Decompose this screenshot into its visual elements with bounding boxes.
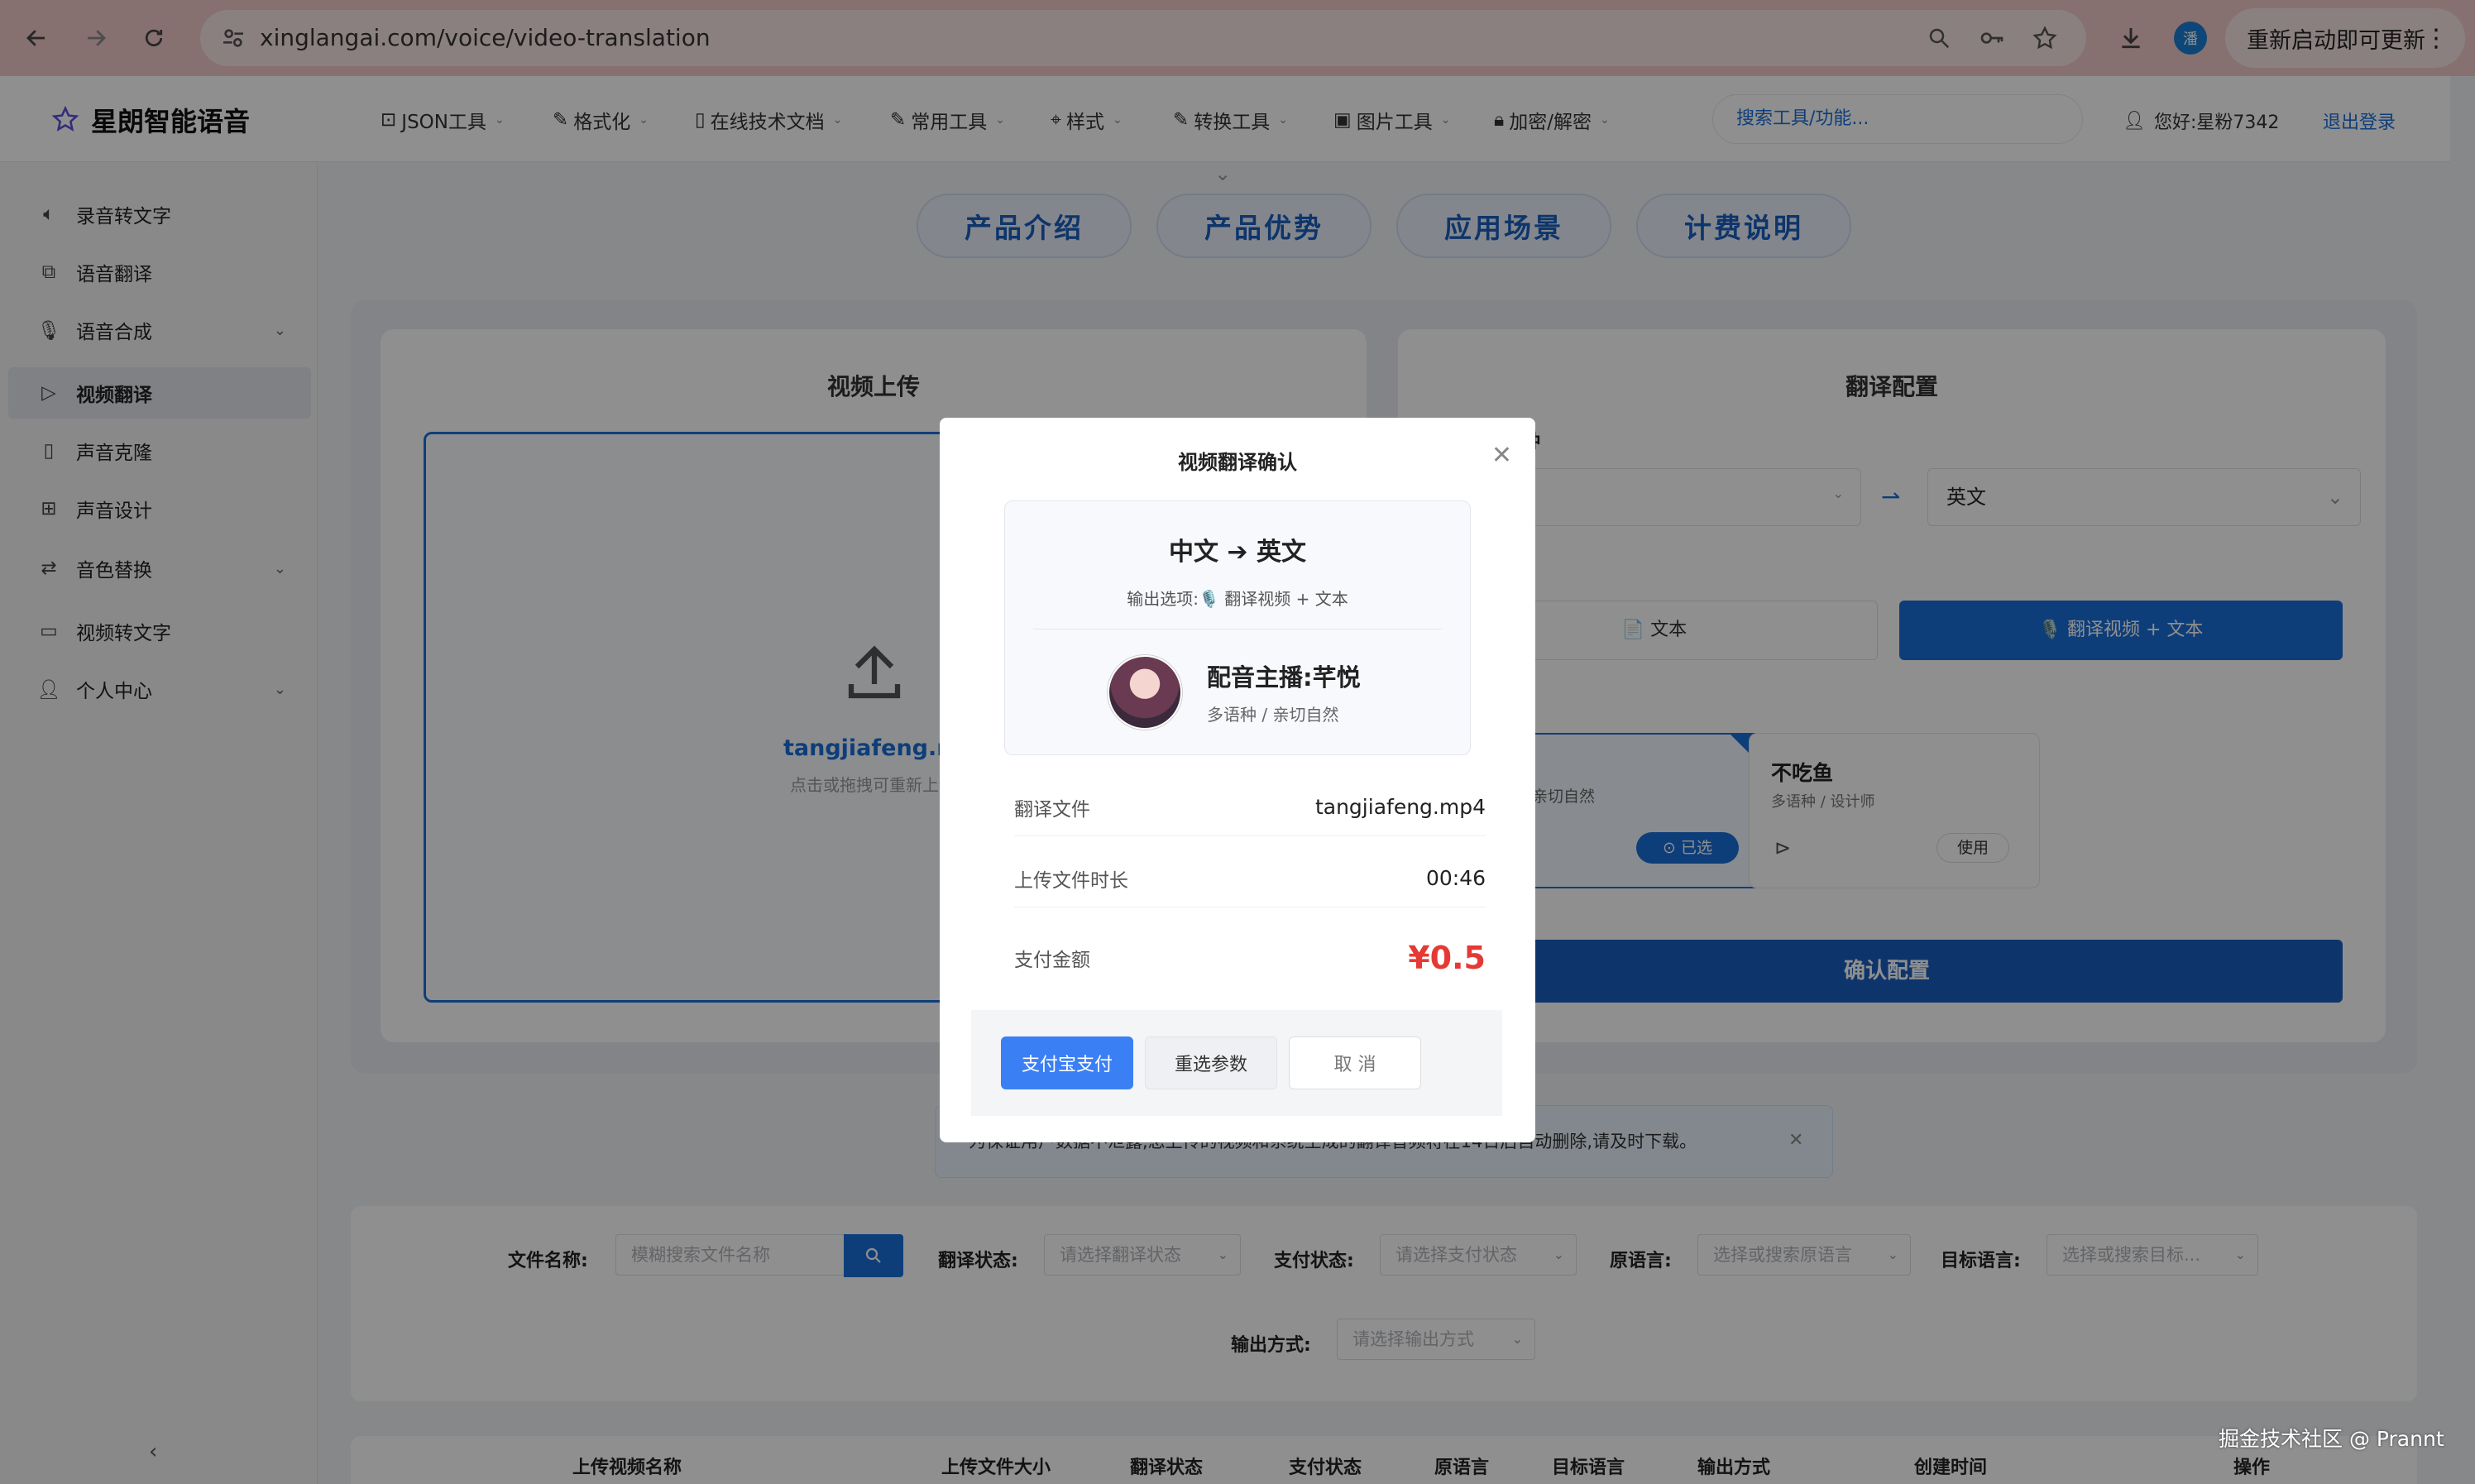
row-value: tangjiafeng.mp4 [1314, 795, 1486, 819]
reselect-params-button[interactable]: 重选参数 [1145, 1036, 1277, 1089]
alipay-pay-button[interactable]: 支付宝支付 [1001, 1036, 1133, 1089]
anchor-avatar [1108, 655, 1182, 730]
voice-anchor-desc: 多语种 / 亲切自然 [1207, 705, 1339, 725]
dialog-title: 视频翻译确认 [1178, 451, 1297, 474]
row-label: 翻译文件 [1014, 798, 1090, 821]
row-value: 00:46 [1425, 866, 1486, 890]
dialog-footer: 支付宝支付 重选参数 取 消 [971, 1010, 1502, 1116]
voice-anchor-name: 配音主播:芊悦 [1207, 663, 1361, 692]
payment-amount: ¥0.5 [1408, 940, 1486, 976]
video-translation-confirm-dialog: 视频翻译确认 ✕ 中文 ➔ 英文 输出选项:🎙️ 翻译视频 + 文本 配音主播:… [940, 418, 1535, 1142]
summary-row-duration: 上传文件时长 00:46 [1014, 850, 1486, 907]
output-option: 输出选项:🎙️ 翻译视频 + 文本 [1127, 589, 1348, 609]
summary-row-file: 翻译文件 tangjiafeng.mp4 [1014, 778, 1486, 836]
summary-row-amount: 支付金额 ¥0.5 [1014, 922, 1486, 993]
watermark: 掘金技术社区 @ Prannt [2219, 1427, 2444, 1451]
translation-summary: 中文 ➔ 英文 输出选项:🎙️ 翻译视频 + 文本 配音主播:芊悦 多语种 / … [1004, 500, 1471, 755]
row-label: 上传文件时长 [1014, 869, 1128, 892]
translation-direction: 中文 ➔ 英文 [1168, 538, 1307, 567]
row-label: 支付金额 [1014, 950, 1090, 971]
divider [1033, 629, 1442, 630]
close-icon[interactable]: ✕ [1491, 441, 1512, 470]
cancel-button[interactable]: 取 消 [1289, 1036, 1421, 1089]
